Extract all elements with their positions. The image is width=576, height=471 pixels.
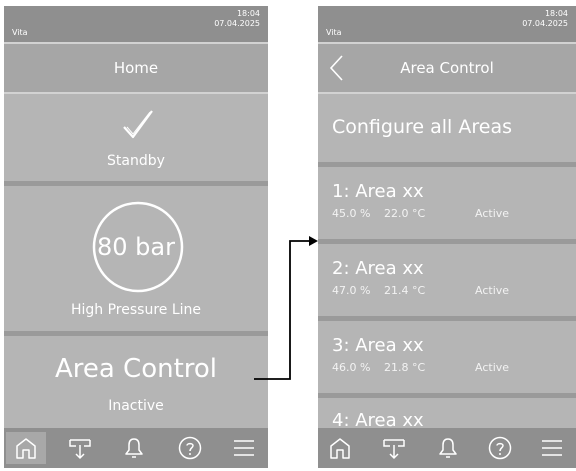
navigation-arrow (254, 236, 318, 380)
